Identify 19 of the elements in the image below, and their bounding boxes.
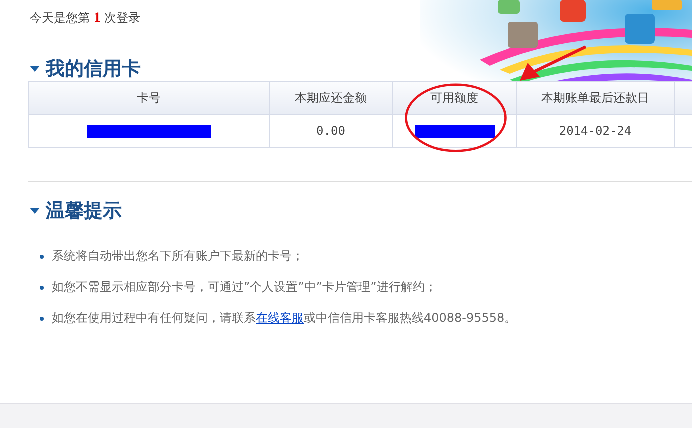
- tip-text: 如您在使用过程中有任何疑问，请联系在线客服或中信信用卡客服热线40088-95558。: [52, 310, 517, 327]
- collapse-triangle-icon[interactable]: [30, 208, 40, 214]
- bullet-icon: [40, 316, 44, 320]
- column-header: 卡号: [28, 82, 270, 114]
- column-header: 本期应还金额: [270, 82, 392, 114]
- annotation-arrow: [518, 45, 588, 83]
- tip-text: 如您不需显示相应部分卡号，可通过”个人设置”中”卡片管理”进行解约；: [52, 279, 437, 296]
- column-header: 可用额度: [392, 82, 516, 114]
- login-count-text: 今天是您第 1 次登录: [29, 10, 142, 27]
- collapse-triangle-icon[interactable]: [30, 66, 40, 72]
- tip-text: 系统将自动带出您名下所有账户下最新的卡号；: [52, 248, 304, 265]
- online-service-link[interactable]: 在线客服: [256, 311, 304, 325]
- section-title: 我的信用卡: [46, 57, 141, 81]
- section-title: 温馨提示: [46, 199, 122, 223]
- bullet-icon: [40, 254, 44, 258]
- table-cell: 0.00: [270, 114, 392, 148]
- table-cell: 2014-02-24: [516, 114, 674, 148]
- column-header: 本期账单最后还款日: [516, 82, 674, 114]
- bullet-icon: [40, 286, 44, 290]
